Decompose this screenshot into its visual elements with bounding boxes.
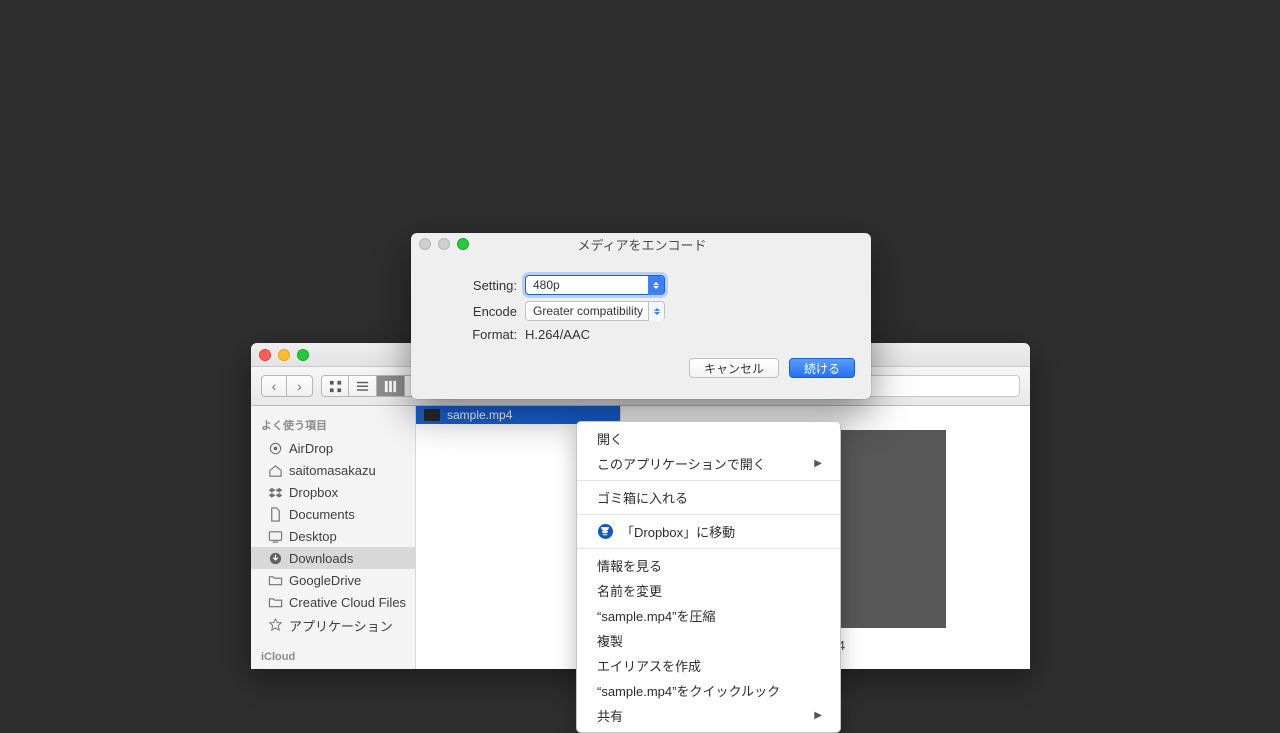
dropbox-icon	[267, 484, 283, 500]
view-icon-button[interactable]	[321, 375, 349, 397]
encode-actions: キャンセル 続ける	[411, 358, 871, 392]
separator	[577, 548, 840, 549]
minimize-button[interactable]	[438, 238, 450, 250]
back-button[interactable]: ‹	[261, 375, 287, 397]
sidebar-item-dropbox[interactable]: Dropbox	[251, 481, 415, 503]
separator	[577, 514, 840, 515]
sidebar-item-airdrop[interactable]: AirDrop	[251, 437, 415, 459]
ctx-rename[interactable]: 名前を変更	[577, 578, 840, 603]
continue-button[interactable]: 続ける	[789, 358, 855, 378]
sidebar-item-googledrive[interactable]: GoogleDrive	[251, 569, 415, 591]
video-file-icon	[424, 409, 440, 421]
sidebar-item-home[interactable]: saitomasakazu	[251, 459, 415, 481]
downloads-icon	[267, 550, 283, 566]
traffic-lights	[259, 349, 309, 361]
ctx-share[interactable]: 共有▶	[577, 703, 840, 728]
sidebar-item-label: アプリケーション	[289, 616, 393, 635]
sidebar-item-downloads[interactable]: Downloads	[251, 547, 415, 569]
format-label: Format:	[431, 327, 525, 342]
minimize-button[interactable]	[278, 349, 290, 361]
sidebar-item-label: Dropbox	[289, 485, 338, 500]
sidebar-icloud-header: iCloud	[251, 646, 415, 667]
chevron-updown-icon	[648, 302, 664, 321]
sidebar-item-label: Downloads	[289, 551, 353, 566]
sidebar-item-documents[interactable]: Documents	[251, 503, 415, 525]
folder-icon	[267, 594, 283, 610]
sidebar: よく使う項目 AirDrop saitomasakazu Dropbox Doc…	[251, 406, 416, 669]
encode-dialog: メディアをエンコード Setting: 480p Encode Greater …	[411, 233, 871, 399]
encode-titlebar: メディアをエンコード	[411, 233, 871, 255]
zoom-button[interactable]	[457, 238, 469, 250]
encode-label: Encode	[431, 304, 525, 319]
view-column-button[interactable]	[377, 375, 405, 397]
separator	[577, 480, 840, 481]
submenu-arrow-icon: ▶	[814, 710, 822, 721]
sidebar-item-label: saitomasakazu	[289, 463, 376, 478]
ctx-compress[interactable]: “sample.mp4”を圧縮	[577, 603, 840, 628]
ctx-quicklook[interactable]: “sample.mp4”をクイックルック	[577, 678, 840, 703]
encode-value: Greater compatibility	[533, 304, 643, 318]
ctx-trash[interactable]: ゴミ箱に入れる	[577, 485, 840, 510]
sidebar-item-applications[interactable]: アプリケーション	[251, 613, 415, 638]
encode-body: Setting: 480p Encode Greater compatibili…	[411, 255, 871, 358]
encode-select[interactable]: Greater compatibility	[525, 301, 665, 321]
setting-value: 480p	[533, 278, 560, 292]
desktop-icon	[267, 528, 283, 544]
forward-button[interactable]: ›	[287, 375, 313, 397]
home-icon	[267, 462, 283, 478]
setting-select[interactable]: 480p	[525, 275, 665, 295]
sidebar-item-label: Desktop	[289, 529, 337, 544]
sidebar-item-label: GoogleDrive	[289, 573, 361, 588]
close-button[interactable]	[419, 238, 431, 250]
close-button[interactable]	[259, 349, 271, 361]
submenu-arrow-icon: ▶	[814, 458, 822, 469]
sidebar-item-ccfiles[interactable]: Creative Cloud Files	[251, 591, 415, 613]
ctx-duplicate[interactable]: 複製	[577, 628, 840, 653]
view-list-button[interactable]	[349, 375, 377, 397]
setting-label: Setting:	[431, 278, 525, 293]
ctx-move-dropbox[interactable]: 「Dropbox」に移動	[577, 519, 840, 544]
sidebar-item-label: AirDrop	[289, 441, 333, 456]
file-name: sample.mp4	[447, 408, 512, 422]
ctx-open-with[interactable]: このアプリケーションで開く▶	[577, 451, 840, 476]
context-menu: 開く このアプリケーションで開く▶ ゴミ箱に入れる 「Dropbox」に移動 情…	[576, 421, 841, 733]
cancel-button[interactable]: キャンセル	[689, 358, 779, 378]
encode-title: メディアをエンコード	[469, 235, 815, 254]
sidebar-item-desktop[interactable]: Desktop	[251, 525, 415, 547]
ctx-alias[interactable]: エイリアスを作成	[577, 653, 840, 678]
chevron-updown-icon	[648, 276, 664, 295]
ctx-get-info[interactable]: 情報を見る	[577, 553, 840, 578]
zoom-button[interactable]	[297, 349, 309, 361]
format-value: H.264/AAC	[525, 327, 590, 342]
ctx-open[interactable]: 開く	[577, 426, 840, 451]
traffic-lights	[419, 238, 469, 250]
document-icon	[267, 506, 283, 522]
nav-group: ‹ ›	[261, 375, 313, 397]
sidebar-item-label: Creative Cloud Files	[289, 595, 406, 610]
airdrop-icon	[267, 440, 283, 456]
dropbox-badge-icon	[597, 524, 613, 540]
folder-icon	[267, 572, 283, 588]
sidebar-favorites-header: よく使う項目	[251, 412, 415, 437]
search-input[interactable]	[850, 375, 1020, 397]
sidebar-item-label: Documents	[289, 507, 355, 522]
applications-icon	[267, 618, 283, 634]
